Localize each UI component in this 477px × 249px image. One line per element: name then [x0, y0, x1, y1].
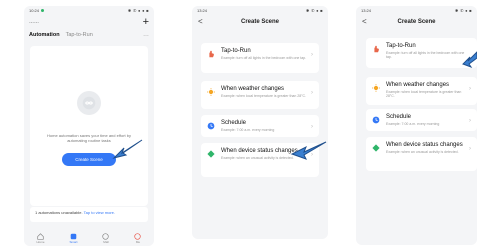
device-icon	[207, 150, 215, 158]
tab-tap-to-run[interactable]: Tap-to-Run	[66, 32, 93, 38]
automation-empty-icon	[77, 91, 101, 115]
chevron-right-icon: ›	[469, 86, 471, 92]
tab-automation[interactable]: Automation	[29, 32, 60, 38]
option-subtitle: Example: when local temperature is great…	[386, 89, 462, 99]
option-subtitle: Example: when an unusual activity is det…	[386, 149, 459, 154]
status-indicator-icon	[41, 9, 45, 13]
option-title: When weather changes	[221, 86, 285, 92]
option-tap-to-run[interactable]: Tap-to-Run Example: turn off all lights …	[201, 43, 319, 73]
annotation-arrow-device-status	[290, 141, 327, 160]
clock-icon	[372, 116, 380, 124]
nav-label: Smart	[69, 239, 78, 244]
option-subtitle: Example: 7:00 a.m. every morning	[386, 121, 440, 126]
nav-home[interactable]: Home	[36, 232, 45, 244]
more-icon[interactable]: …	[143, 32, 149, 38]
option-subtitle: Example: turn off all lights in the bedr…	[386, 50, 465, 60]
status-bar: 10:24 ✱ ✆ ● ● ■	[24, 6, 154, 15]
option-weather-changes[interactable]: When weather changes Example: when local…	[201, 81, 319, 109]
home-icon	[37, 232, 44, 240]
status-time: 10:24	[29, 8, 45, 13]
nav-label: Home	[36, 239, 45, 244]
option-schedule[interactable]: Schedule Example: 7:00 a.m. every mornin…	[201, 115, 319, 137]
sun-icon	[207, 88, 215, 96]
status-time: 13:24	[361, 8, 372, 13]
add-icon[interactable]: +	[143, 16, 149, 28]
option-device-status-changes[interactable]: When device status changes Example: when…	[366, 137, 477, 171]
mall-icon	[102, 232, 110, 240]
option-title: Tap-to-Run	[221, 48, 251, 54]
status-time: 13:24	[197, 8, 208, 13]
status-bar: 13:24 ✱ ✆ ● ■	[192, 6, 328, 15]
create-scene-button[interactable]: Create Scene	[62, 153, 116, 166]
hand-icon	[209, 50, 214, 58]
notice-text: 1 automations unavailable.	[35, 210, 83, 215]
status-icons: ✱ ✆ ● ■	[455, 8, 472, 13]
nav-smart[interactable]: Smart	[69, 233, 78, 244]
page-title: Create Scene	[397, 19, 436, 25]
nav-me[interactable]: Me	[134, 232, 142, 244]
unavailable-notice[interactable]: 1 automations unavailable. Tap to view m…	[30, 207, 148, 222]
hand-icon	[374, 45, 379, 53]
home-selector[interactable]: ……	[29, 19, 39, 25]
option-title: Tap-to-Run	[386, 43, 416, 49]
chevron-right-icon: ›	[469, 146, 471, 152]
nav-mall[interactable]: Mall	[102, 232, 110, 244]
nav-label: Mall	[103, 239, 109, 244]
empty-state-panel: Home automation saves your time and effo…	[30, 46, 148, 206]
notice-link[interactable]: Tap to view more.	[84, 210, 115, 215]
sun-icon	[372, 84, 380, 92]
option-title: When weather changes	[386, 82, 450, 88]
option-schedule[interactable]: Schedule Example: 7:00 a.m. every mornin…	[366, 109, 477, 131]
me-icon	[134, 232, 142, 240]
bottom-nav: Home Smart Mall Me	[24, 230, 154, 246]
back-icon[interactable]: <	[362, 17, 367, 26]
smart-icon	[70, 233, 77, 239]
option-subtitle: Example: 7:00 a.m. every morning	[221, 127, 275, 132]
option-title: When device status changes	[386, 142, 463, 148]
chevron-right-icon: ›	[311, 90, 313, 96]
option-subtitle: Example: turn off all lights in the bedr…	[221, 55, 307, 60]
annotation-arrow-create-scene	[112, 139, 143, 159]
option-weather-changes[interactable]: When weather changes Example: when local…	[366, 77, 477, 105]
clock-icon	[207, 122, 215, 130]
annotation-arrow-tap-to-run	[462, 51, 477, 69]
nav-label: Me	[135, 239, 141, 244]
option-tap-to-run[interactable]: Tap-to-Run Example: turn off all lights …	[366, 38, 477, 68]
page-title: Create Scene	[240, 19, 280, 25]
chevron-right-icon: ›	[311, 124, 313, 130]
scene-tabs: Automation Tap-to-Run …	[24, 29, 154, 41]
device-icon	[372, 144, 380, 152]
page-header: < Create Scene	[192, 15, 328, 29]
status-icons: ✱ ✆ ● ● ■	[127, 8, 149, 13]
status-bar: 13:24 ✱ ✆ ● ■	[356, 6, 477, 15]
option-title: Schedule	[221, 120, 247, 126]
chevron-right-icon: ›	[469, 118, 471, 124]
automation-screen: 10:24 ✱ ✆ ● ● ■ …… + Automation Tap-to-R…	[24, 6, 154, 246]
create-scene-screen-2: 13:24 ✱ ✆ ● ■ < Create Scene Tap-to-Run …	[356, 6, 477, 245]
status-icons: ✱ ✆ ● ■	[306, 8, 323, 13]
chevron-right-icon: ›	[311, 52, 313, 58]
back-icon[interactable]: <	[198, 17, 203, 26]
top-bar: …… +	[24, 15, 154, 29]
option-title: Schedule	[386, 114, 412, 120]
page-header: < Create Scene	[356, 15, 477, 29]
option-subtitle: Example: when local temperature is great…	[221, 93, 307, 98]
create-scene-screen: 13:24 ✱ ✆ ● ■ < Create Scene Tap-to-Run …	[192, 6, 328, 239]
